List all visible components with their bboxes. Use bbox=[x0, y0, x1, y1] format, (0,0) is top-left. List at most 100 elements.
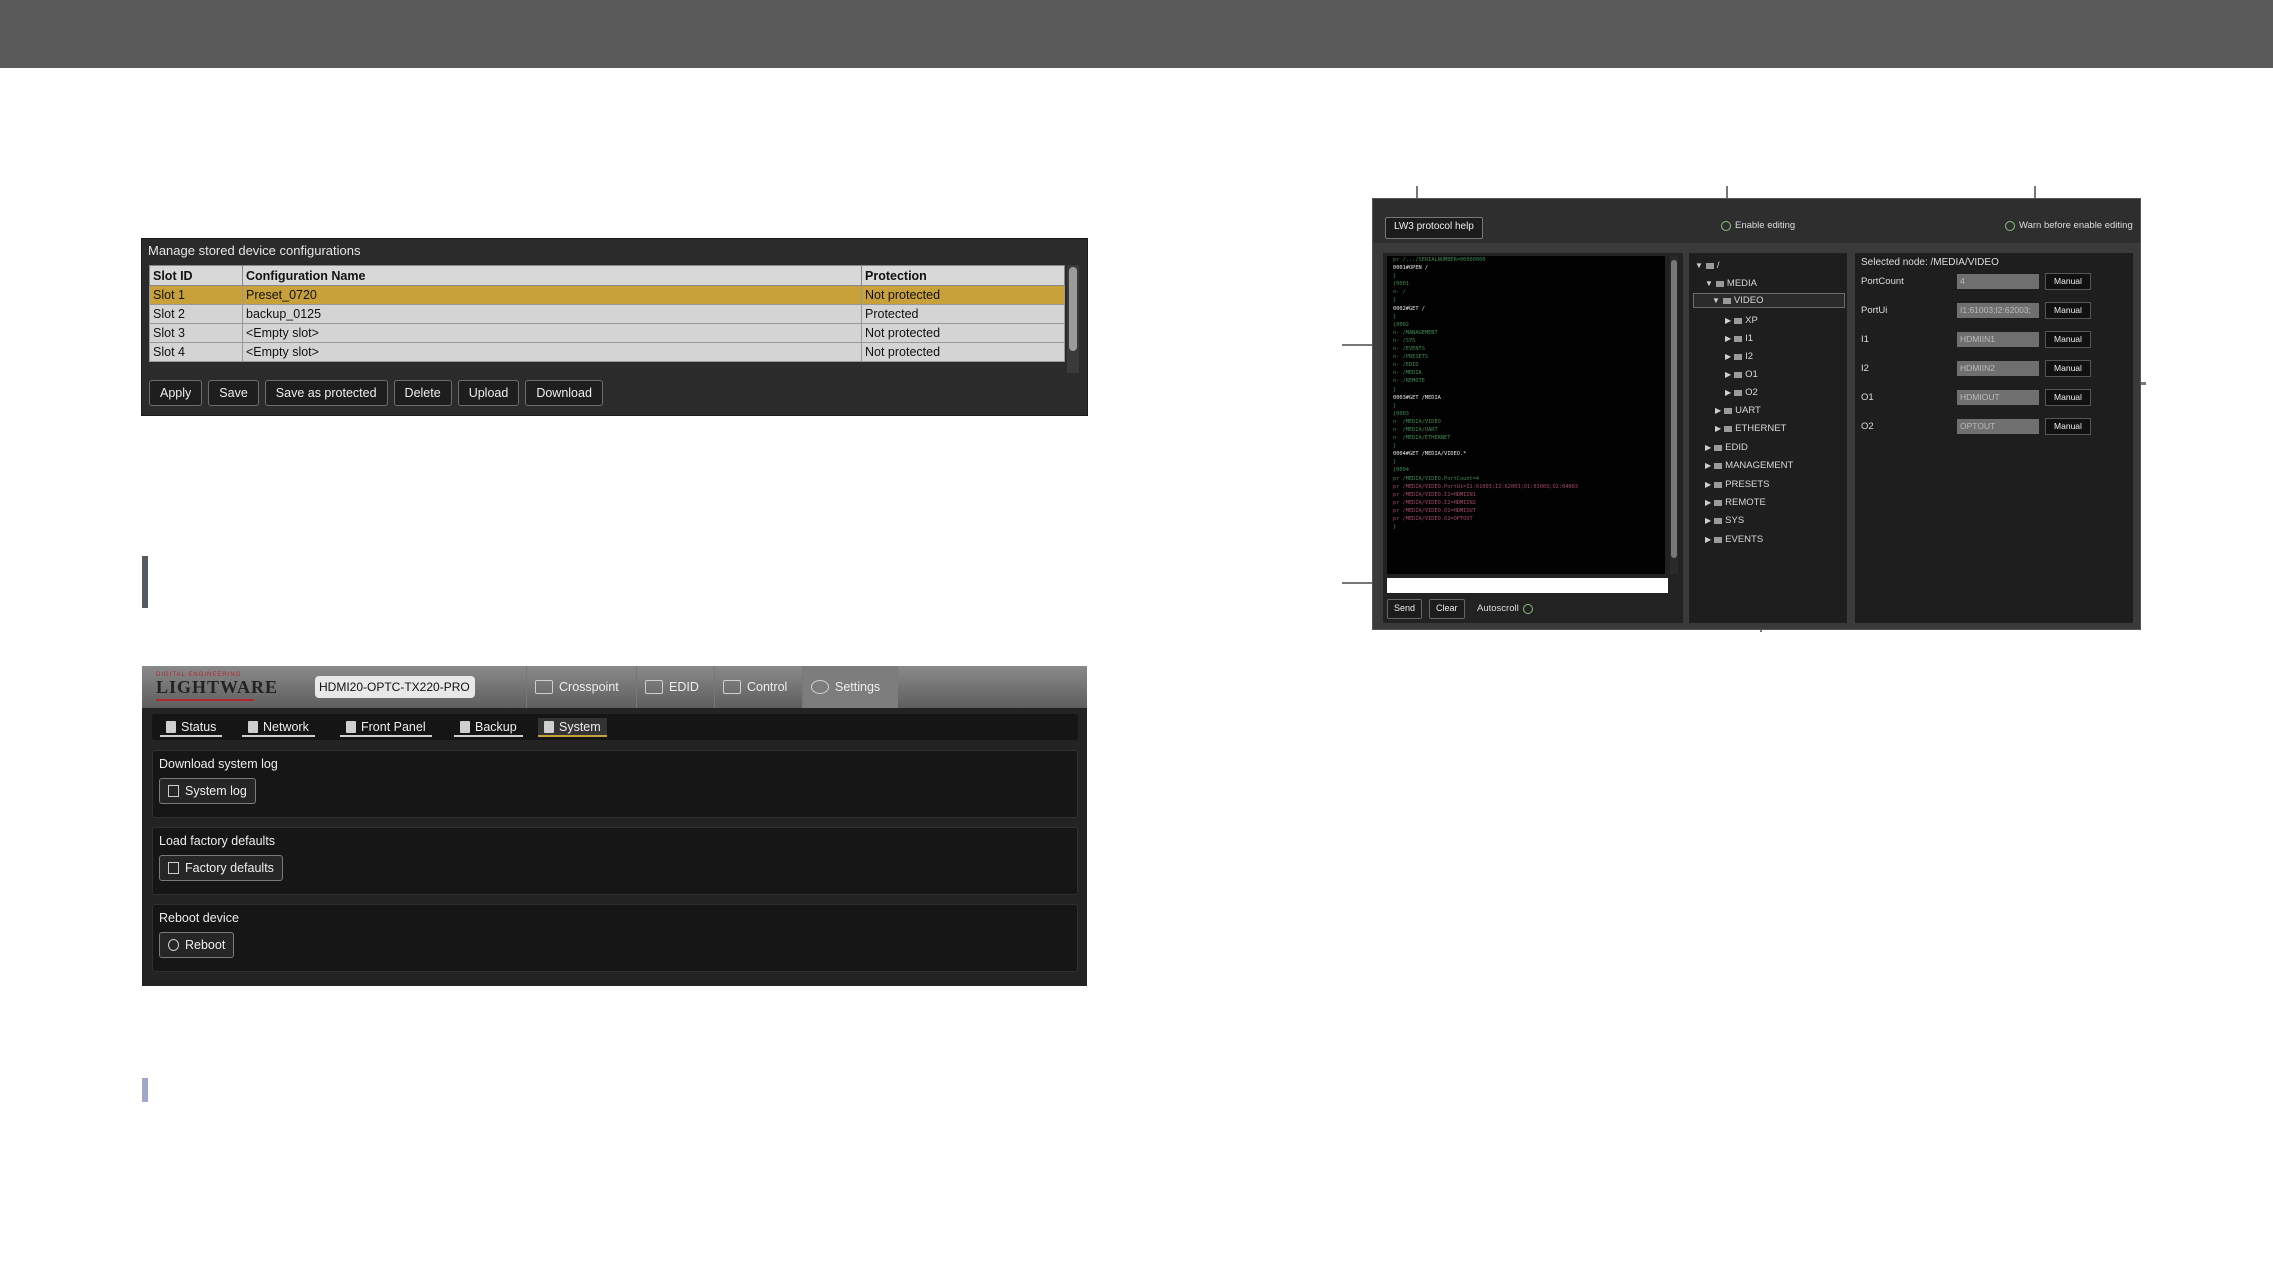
subtab-network[interactable]: Network bbox=[242, 718, 315, 737]
property-value[interactable]: OPTOUT bbox=[1957, 419, 2039, 434]
scrollbar-thumb[interactable] bbox=[1671, 260, 1677, 558]
collapse-arrow-icon: ▶ bbox=[1725, 316, 1732, 325]
tree-node-sys[interactable]: ▶ SYS bbox=[1705, 515, 1744, 526]
property-value[interactable]: 4 bbox=[1957, 274, 2039, 289]
node-label: ETHERNET bbox=[1735, 423, 1787, 434]
enable-editing-checkbox[interactable]: Enable editing bbox=[1721, 220, 1795, 231]
sliders-icon bbox=[723, 680, 741, 694]
subtab-status[interactable]: Status bbox=[160, 718, 223, 737]
tree-node-i1[interactable]: ▶ I1 bbox=[1725, 333, 1753, 344]
expand-arrow-icon: ▼ bbox=[1712, 296, 1720, 305]
node-label: MANAGEMENT bbox=[1725, 460, 1794, 471]
table-row[interactable]: Slot 2 backup_0125 Protected bbox=[149, 304, 1065, 324]
manual-button[interactable]: Manual bbox=[2045, 360, 2091, 377]
checkbox-label: Enable editing bbox=[1735, 220, 1796, 231]
subtab-label: System bbox=[559, 719, 601, 734]
upload-button[interactable]: Upload bbox=[457, 380, 520, 406]
folder-icon bbox=[1734, 353, 1743, 360]
subtab-backup[interactable]: Backup bbox=[454, 718, 523, 737]
terminal-scrollbar[interactable] bbox=[1670, 256, 1678, 574]
collapse-arrow-icon: ▶ bbox=[1705, 443, 1712, 452]
config-table: Slot ID Configuration Name Protection Sl… bbox=[149, 265, 1065, 362]
col-slot-id: Slot ID bbox=[149, 265, 243, 286]
autoscroll-checkbox[interactable]: Autoscroll bbox=[1477, 603, 1533, 614]
gear-icon bbox=[811, 680, 829, 694]
subtab-front-panel[interactable]: Front Panel bbox=[340, 718, 432, 737]
collapse-arrow-icon: ▶ bbox=[1715, 406, 1722, 415]
factory-defaults-button[interactable]: Factory defaults bbox=[159, 855, 283, 881]
node-label: O2 bbox=[1745, 387, 1758, 398]
table-row[interactable]: Slot 1 Preset_0720 Not protected bbox=[149, 285, 1065, 305]
subtab-label: Front Panel bbox=[361, 719, 426, 734]
tree-node-video[interactable]: ▼ VIDEO bbox=[1693, 293, 1845, 308]
tab-edid[interactable]: EDID bbox=[636, 666, 714, 708]
save-button[interactable]: Save bbox=[208, 380, 259, 406]
apply-button[interactable]: Apply bbox=[149, 380, 203, 406]
tree-node-management[interactable]: ▶ MANAGEMENT bbox=[1705, 460, 1793, 471]
tree-node-o2[interactable]: ▶ O2 bbox=[1725, 387, 1758, 398]
system-log-button[interactable]: System log bbox=[159, 778, 256, 804]
send-button[interactable]: Send bbox=[1387, 599, 1423, 619]
tab-settings[interactable]: Settings bbox=[802, 666, 898, 708]
folder-icon bbox=[1714, 481, 1723, 488]
lw3-protocol-help-button[interactable]: LW3 protocol help bbox=[1385, 217, 1483, 239]
checkbox-label: Warn before enable editing bbox=[2019, 220, 2133, 231]
tree-node-xp[interactable]: ▶ XP bbox=[1725, 315, 1758, 326]
device-selector[interactable]: HDMI20-OPTC-TX220-PRO bbox=[315, 676, 475, 698]
node-label: PRESETS bbox=[1725, 479, 1770, 490]
collapse-arrow-icon: ▶ bbox=[1705, 516, 1712, 525]
button-label: Reboot bbox=[185, 938, 226, 952]
tree-node-presets[interactable]: ▶ PRESETS bbox=[1705, 479, 1770, 490]
property-value[interactable]: HDMIIN2 bbox=[1957, 361, 2039, 376]
table-row[interactable]: Slot 4 <Empty slot> Not protected bbox=[149, 342, 1065, 362]
col-config-name: Configuration Name bbox=[242, 265, 862, 286]
folder-icon bbox=[1705, 262, 1714, 269]
section-marker-bar-light bbox=[142, 1078, 148, 1102]
manual-button[interactable]: Manual bbox=[2045, 273, 2091, 290]
subtab-label: Backup bbox=[475, 719, 517, 734]
tab-crosspoint[interactable]: Crosspoint bbox=[526, 666, 636, 708]
cell-name: <Empty slot> bbox=[242, 342, 862, 362]
cell-slot: Slot 1 bbox=[149, 285, 243, 305]
property-row: O1 HDMIOUT Manual bbox=[1861, 389, 2127, 407]
table-row[interactable]: Slot 3 <Empty slot> Not protected bbox=[149, 323, 1065, 343]
system-log-section: Download system log System log bbox=[152, 750, 1078, 818]
delete-button[interactable]: Delete bbox=[393, 380, 452, 406]
tree-node-uart[interactable]: ▶ UART bbox=[1715, 405, 1761, 416]
manual-button[interactable]: Manual bbox=[2045, 418, 2091, 435]
node-tree: ▼ / ▼ MEDIA ▼ VIDEO ▶ XP ▶ I1 ▶ I2 ▶ O1 ▶ O2 ▶ UA… bbox=[1689, 253, 1847, 623]
manual-button[interactable]: Manual bbox=[2045, 302, 2091, 319]
col-protection: Protection bbox=[861, 265, 1065, 286]
warn-before-editing-checkbox[interactable]: Warn before enable editing bbox=[2005, 220, 2133, 231]
download-button[interactable]: Download bbox=[525, 380, 603, 406]
reboot-button[interactable]: Reboot bbox=[159, 932, 235, 958]
tree-node-o1[interactable]: ▶ O1 bbox=[1725, 369, 1758, 380]
table-scrollbar[interactable] bbox=[1067, 265, 1079, 373]
manual-button[interactable]: Manual bbox=[2045, 389, 2091, 406]
property-value[interactable]: I1:61003;I2:62003; bbox=[1957, 303, 2039, 318]
check-icon bbox=[2005, 220, 2015, 231]
property-value[interactable]: HDMIOUT bbox=[1957, 390, 2039, 405]
tree-node-i2[interactable]: ▶ I2 bbox=[1725, 351, 1753, 362]
backup-icon bbox=[460, 720, 470, 733]
property-value[interactable]: HDMIIN1 bbox=[1957, 332, 2039, 347]
tree-node-events[interactable]: ▶ EVENTS bbox=[1705, 534, 1763, 545]
tree-node-media[interactable]: ▼ MEDIA bbox=[1705, 278, 1757, 289]
tree-node-remote[interactable]: ▶ REMOTE bbox=[1705, 497, 1766, 508]
tree-node-root[interactable]: ▼ / bbox=[1695, 260, 1720, 271]
tab-control[interactable]: Control bbox=[714, 666, 802, 708]
node-label: VIDEO bbox=[1733, 295, 1764, 306]
subtab-system[interactable]: System bbox=[538, 718, 607, 737]
button-label: Factory defaults bbox=[185, 861, 274, 875]
node-label: EDID bbox=[1725, 442, 1748, 453]
manual-button[interactable]: Manual bbox=[2045, 331, 2091, 348]
scrollbar-thumb[interactable] bbox=[1069, 267, 1077, 351]
command-input[interactable] bbox=[1387, 578, 1668, 593]
cell-name: <Empty slot> bbox=[242, 323, 862, 343]
save-as-protected-button[interactable]: Save as protected bbox=[264, 380, 388, 406]
tree-node-ethernet[interactable]: ▶ ETHERNET bbox=[1715, 423, 1786, 434]
clear-button[interactable]: Clear bbox=[1429, 599, 1465, 619]
cell-protection: Protected bbox=[861, 304, 1065, 324]
tree-node-edid[interactable]: ▶ EDID bbox=[1705, 442, 1748, 453]
front-panel-icon bbox=[346, 720, 356, 733]
